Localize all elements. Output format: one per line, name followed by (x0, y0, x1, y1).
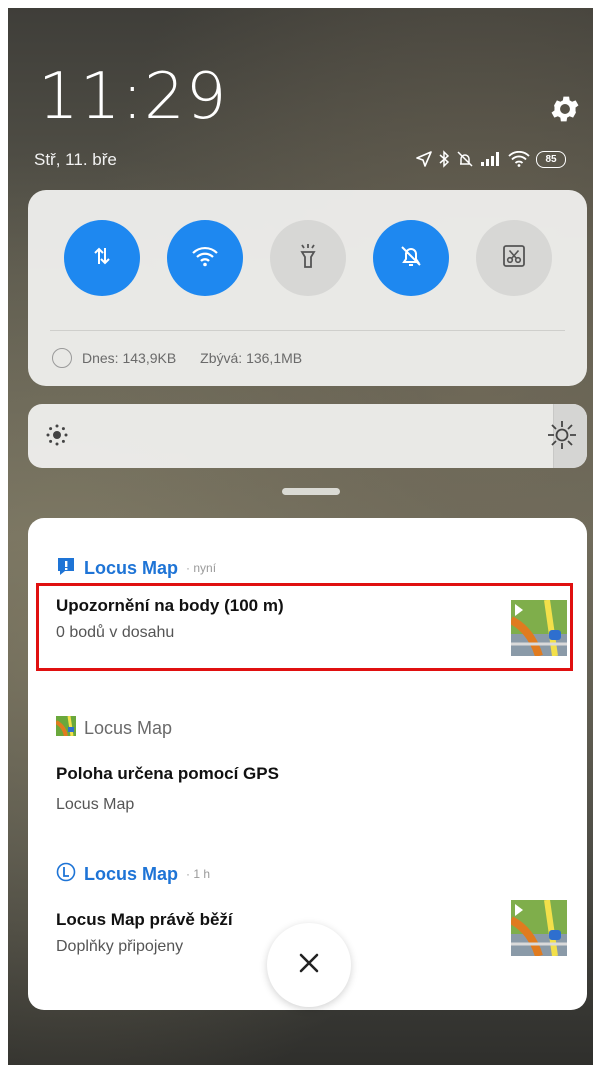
location-icon (416, 151, 432, 167)
notification-item[interactable]: Locus Map Poloha určena pomocí GPS Locus… (55, 714, 567, 824)
notification-header: Locus Map (55, 714, 567, 742)
data-arrows-icon (90, 244, 114, 273)
close-icon (298, 952, 320, 979)
clock: 11:29 (38, 60, 228, 134)
data-usage[interactable]: Dnes: 143,9KB Zbývá: 136,1MB (52, 348, 302, 368)
status-bar-icons: 85 (416, 149, 566, 169)
wifi-icon (191, 244, 219, 273)
silent-toggle[interactable] (372, 220, 449, 296)
alarm-off-icon (456, 150, 474, 168)
brightness-slider[interactable] (28, 404, 587, 468)
data-today: Dnes: 143,9KB (82, 350, 177, 366)
wifi-toggle[interactable] (166, 220, 243, 296)
battery-icon: 85 (536, 150, 566, 168)
signal-icon (480, 151, 502, 167)
mobile-data-toggle[interactable] (63, 220, 140, 296)
app-name: Locus Map (84, 557, 179, 578)
divider (50, 330, 565, 331)
bell-off-icon (398, 243, 424, 274)
app-name: Locus Map (84, 863, 179, 884)
scissors-icon (501, 243, 527, 274)
notification-text: Locus Map (56, 796, 135, 813)
map-thumbnail-icon (509, 899, 567, 958)
notification-title: Poloha určena pomocí GPS (56, 764, 279, 783)
data-usage-circle-icon (52, 348, 72, 368)
quick-toggles (28, 220, 587, 296)
alert-icon (56, 556, 76, 581)
data-remaining: Zbývá: 136,1MB (200, 350, 303, 366)
bluetooth-icon (438, 150, 450, 168)
flashlight-toggle[interactable] (269, 220, 346, 296)
flashlight-icon (296, 242, 320, 275)
brightness-low-icon (44, 422, 70, 453)
screenshot-toggle[interactable] (475, 220, 552, 296)
quick-settings-panel: Dnes: 143,9KB Zbývá: 136,1MB (28, 190, 587, 386)
wifi-status-icon (508, 151, 530, 167)
app-name: Locus Map (84, 717, 173, 738)
notification-header: Locus Map · 1 h (56, 860, 567, 888)
app-icon (55, 715, 76, 741)
clear-all-button[interactable] (267, 923, 351, 1007)
notification-time: · nyní (186, 561, 217, 575)
notification-header: Locus Map · nyní (56, 554, 567, 582)
settings-gear-icon[interactable] (548, 92, 582, 126)
brightness-high-icon (545, 418, 579, 457)
notification-shade: 11:29 Stř, 11. bře 85 Dnes: 143,9KB Zbýv… (8, 8, 593, 1065)
highlight-box (36, 583, 573, 671)
locus-l-icon (56, 862, 76, 887)
notification-time: · 1 h (186, 867, 211, 881)
drag-handle[interactable] (282, 488, 340, 495)
date: Stř, 11. bře (34, 150, 117, 169)
